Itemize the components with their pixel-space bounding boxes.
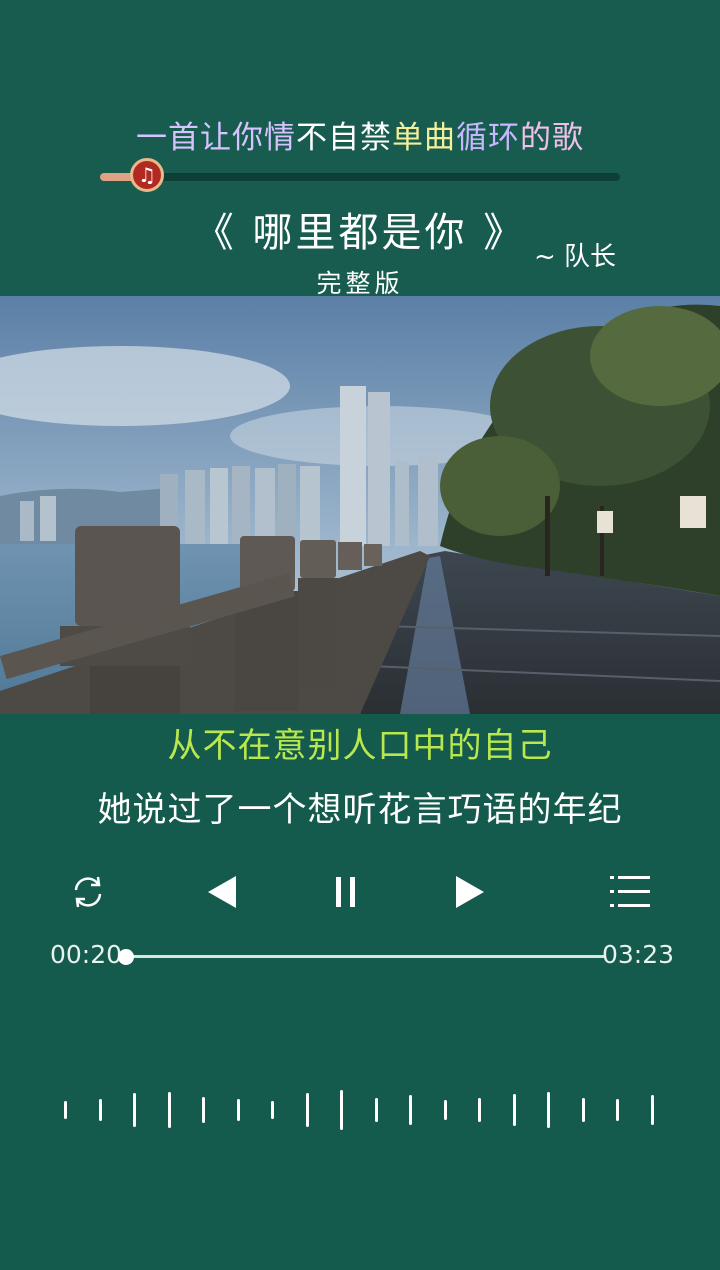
tagline-segment: 的歌 [520, 120, 584, 156]
tagline: 一首让你情不自禁单曲循环的歌 [0, 112, 720, 157]
waveform-bar [271, 1101, 274, 1119]
previous-icon[interactable] [192, 862, 252, 922]
waveform-bar [443, 1100, 447, 1120]
tagline-segment: 不自禁 [296, 120, 392, 156]
header-banner: 一首让你情不自禁单曲循环的歌 ♫ 《 哪里都是你 》 ~ 队长 完整版 [0, 0, 720, 298]
total-time: 03:23 [602, 940, 675, 969]
repeat-icon[interactable] [58, 862, 118, 922]
music-note-icon[interactable]: ♫ [130, 158, 164, 192]
seek-bar[interactable] [127, 955, 605, 958]
waveform-bar [650, 1095, 654, 1125]
seek-handle[interactable] [118, 949, 134, 965]
waveform-bar [512, 1094, 516, 1126]
waveform-bar [616, 1099, 619, 1121]
waveform-bar [374, 1098, 378, 1122]
waveform-bar [133, 1093, 136, 1127]
waveform-bar [547, 1092, 550, 1128]
waveform-bar [167, 1092, 171, 1128]
top-progress-bar[interactable] [100, 173, 620, 181]
tagline-segment: 循环 [456, 120, 520, 156]
waveform-bar [64, 1101, 67, 1119]
next-lyric-line: 她说过了一个想听花言巧语的年纪 [97, 790, 623, 830]
playlist-icon[interactable] [600, 862, 660, 922]
waveform-bar [236, 1099, 240, 1121]
current-lyric-line: 从不在意别人口中的自己 [167, 726, 553, 766]
waveform-bar [305, 1093, 309, 1127]
riverside-scene-image [0, 296, 720, 714]
waveform-bar [98, 1099, 102, 1121]
tagline-segment: 一首让你情 [136, 120, 296, 156]
audio-waveform [50, 1080, 670, 1140]
elapsed-time: 00:20 [50, 940, 123, 969]
waveform-bar [478, 1098, 481, 1122]
pause-icon[interactable] [316, 862, 376, 922]
waveform-bar [409, 1095, 412, 1125]
player-controls [0, 862, 720, 922]
waveform-bar [202, 1097, 205, 1123]
next-icon[interactable] [440, 862, 500, 922]
video-frame[interactable] [0, 296, 720, 714]
waveform-bar [581, 1098, 585, 1122]
tagline-segment: 单曲 [392, 120, 456, 156]
version-label: 完整版 [316, 269, 404, 298]
waveform-bar [340, 1090, 343, 1130]
